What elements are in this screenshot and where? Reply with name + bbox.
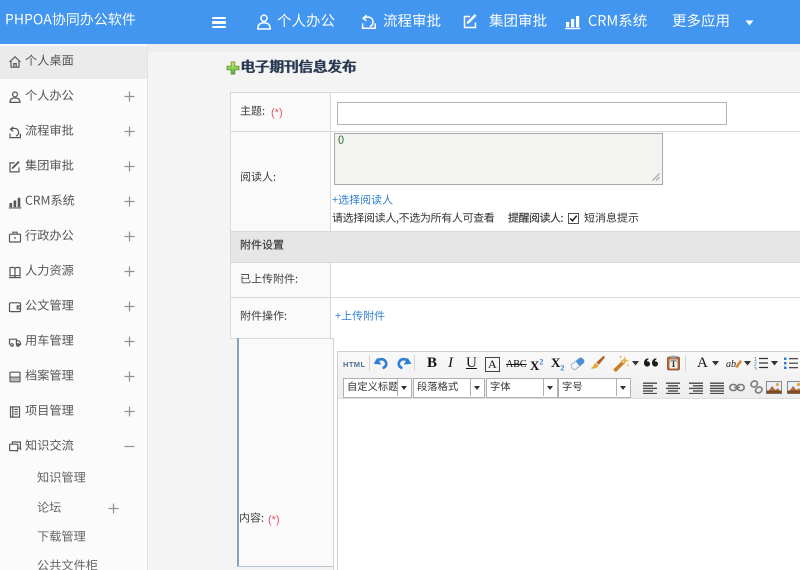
svg-text:ab: ab (726, 359, 736, 370)
svg-text:T: T (670, 359, 676, 369)
svg-text:3: 3 (754, 367, 757, 370)
